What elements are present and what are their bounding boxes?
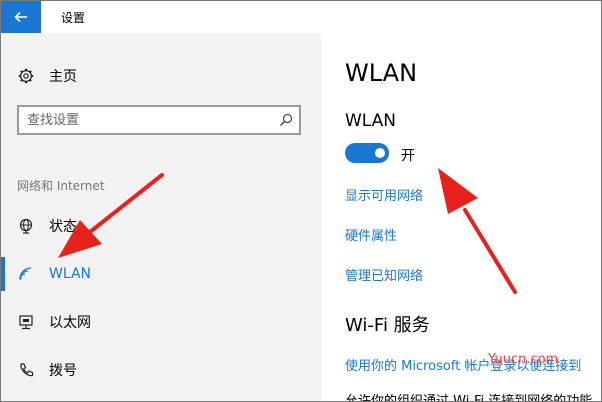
manage-known-networks-link[interactable]: 管理已知网络 — [345, 265, 423, 284]
ethernet-icon — [16, 312, 36, 332]
toggle-knob — [375, 148, 385, 158]
window-title: 设置 — [61, 11, 86, 25]
settings-window: 设置 主页 查找设置 网络和 Internet 状态 WLAN 以太网 拨号 W… — [0, 0, 602, 402]
wlan-toggle[interactable] — [345, 143, 389, 163]
sidebar-item-wlan[interactable]: WLAN — [1, 257, 321, 291]
wifi-icon — [16, 264, 36, 284]
sidebar: 主页 网络和 Internet 状态 — [1, 33, 321, 401]
phone-icon — [16, 360, 36, 380]
hardware-properties-link[interactable]: 硬件属性 — [345, 225, 397, 244]
sidebar-item-label: 拨号 — [49, 363, 77, 379]
sidebar-item-home[interactable]: 主页 — [1, 59, 321, 93]
sidebar-item-label: WLAN — [49, 266, 92, 282]
watermark-text: Yuucn.com — [488, 352, 559, 367]
sidebar-item-label: 以太网 — [49, 315, 91, 331]
section-label: 网络和 Internet — [17, 179, 105, 193]
sidebar-item-status[interactable]: 状态 — [1, 209, 321, 243]
back-arrow-icon — [14, 11, 27, 23]
active-indicator — [1, 257, 5, 291]
main-content: WLAN WLAN 开 显示可用网络 硬件属性 管理已知网络 Wi-Fi 服务 … — [321, 33, 601, 401]
globe-icon — [16, 216, 36, 236]
gear-icon — [16, 66, 36, 86]
wlan-section-title: WLAN — [345, 111, 397, 131]
sidebar-item-dialup[interactable]: 拨号 — [1, 353, 321, 387]
show-available-networks-link[interactable]: 显示可用网络 — [345, 185, 423, 204]
sidebar-item-label: 主页 — [49, 69, 77, 85]
toggle-state-label: 开 — [401, 148, 415, 164]
title-bar: 设置 — [1, 1, 601, 33]
search-box[interactable] — [17, 105, 301, 135]
back-button[interactable] — [1, 1, 41, 33]
sidebar-item-label: 状态 — [49, 219, 77, 235]
wifi-services-title: Wi-Fi 服务 — [345, 315, 430, 336]
search-input[interactable] — [27, 110, 267, 130]
search-icon[interactable] — [279, 113, 293, 127]
sidebar-item-ethernet[interactable]: 以太网 — [1, 305, 321, 339]
page-title: WLAN — [345, 59, 418, 87]
cut-off-text: 允许你的组织通过 Wi-Fi 连接到网络的功能 — [345, 394, 593, 402]
